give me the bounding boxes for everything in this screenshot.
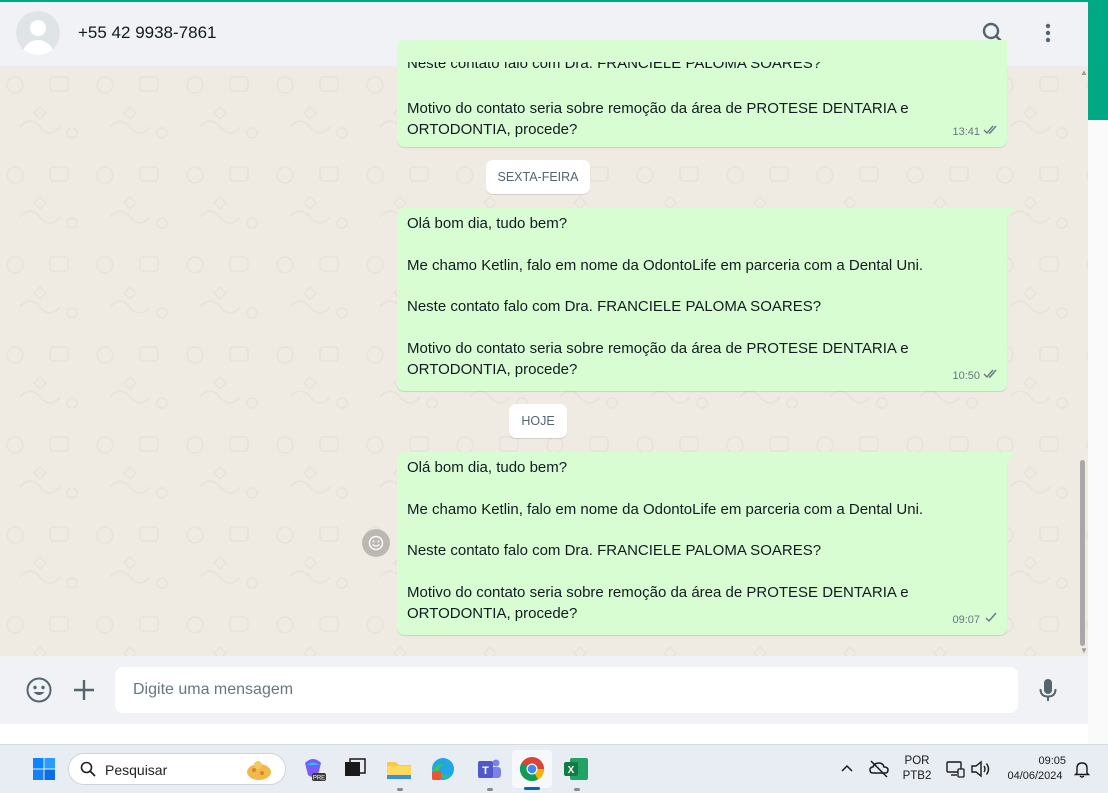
svg-text:PRE: PRE <box>313 776 325 782</box>
message-input[interactable] <box>115 667 1018 713</box>
double-check-icon <box>983 122 999 143</box>
teams-icon[interactable]: T <box>473 753 505 785</box>
microphone-icon[interactable] <box>1033 675 1063 705</box>
message-bubble-outgoing[interactable]: Olá bom dia, tudo bem? Me chamo Ketlin, … <box>397 208 1015 391</box>
clock[interactable]: 09:05 04/06/2024 <box>1000 754 1070 784</box>
whatsapp-window: +55 42 9938-7861 Neste contato falo com … <box>0 0 1088 724</box>
avatar[interactable] <box>16 11 60 55</box>
copilot-icon[interactable]: PRE <box>297 753 329 785</box>
svg-text:X: X <box>568 765 575 776</box>
double-check-icon <box>983 366 999 387</box>
plus-icon[interactable] <box>69 675 99 705</box>
single-check-icon <box>983 610 999 631</box>
date-divider: HOJE <box>509 404 567 438</box>
scroll-down-arrow[interactable]: ▼ <box>1080 647 1088 655</box>
avatar-body <box>22 40 54 55</box>
running-indicator <box>397 788 403 791</box>
composer-bar <box>0 656 1088 724</box>
scroll-up-arrow[interactable]: ▲ <box>1080 69 1088 77</box>
notification-bell-icon[interactable] <box>1072 759 1092 779</box>
windows-taskbar: Pesquisar PRE T X POR PTB2 09:05 04/06/2… <box>0 744 1108 793</box>
date-divider: SEXTA-FEIRA <box>486 160 590 194</box>
avatar-head <box>30 20 46 36</box>
excel-icon[interactable]: X <box>560 753 592 785</box>
reaction-emoji-icon[interactable] <box>362 529 390 557</box>
network-icon[interactable] <box>944 758 966 780</box>
message-time: 10:50 <box>952 370 980 383</box>
window-side-accent <box>1088 0 1108 120</box>
active-app-indicator <box>524 787 540 790</box>
cloud-sync-off-icon[interactable] <box>868 758 890 780</box>
search-icon <box>79 760 97 778</box>
message-line-partial: Neste contato falo com Dra. FRANCIELE PA… <box>407 55 822 72</box>
scrollbar-thumb[interactable] <box>1080 460 1085 646</box>
windows-start-icon[interactable] <box>28 753 60 785</box>
language-code: POR <box>904 755 930 767</box>
chevron-up-icon[interactable] <box>838 760 856 778</box>
kebab-menu-icon[interactable] <box>1034 19 1062 47</box>
running-indicator <box>574 788 580 791</box>
message-meta: 13:41 <box>952 122 999 143</box>
keyboard-layout: PTB2 <box>902 770 932 782</box>
search-label: Pesquisar <box>105 762 168 778</box>
message-text: Motivo do contato seria sobre remoção da… <box>407 100 913 138</box>
running-indicator <box>487 788 493 791</box>
taskbar-search-box[interactable]: Pesquisar <box>68 753 286 785</box>
message-bubble-outgoing[interactable]: Olá bom dia, tudo bem? Me chamo Ketlin, … <box>397 452 1015 635</box>
search-highlight-icon <box>245 758 273 782</box>
message-meta: 10:50 <box>952 366 999 387</box>
volume-icon[interactable] <box>969 758 991 780</box>
message-text: Olá bom dia, tudo bem? Me chamo Ketlin, … <box>407 215 924 378</box>
bubble-tail <box>1007 208 1015 218</box>
contact-name[interactable]: +55 42 9938-7861 <box>78 23 217 43</box>
emoji-icon[interactable] <box>24 675 54 705</box>
chrome-icon[interactable] <box>516 753 548 785</box>
svg-text:T: T <box>482 765 489 777</box>
bubble-tail <box>1007 452 1015 462</box>
microsoft-edge-icon[interactable] <box>427 753 459 785</box>
message-text: Olá bom dia, tudo bem? Me chamo Ketlin, … <box>407 459 924 622</box>
message-meta: 09:07 <box>952 610 999 631</box>
message-bubble-outgoing[interactable]: Neste contato falo com Dra. FRANCIELE PA… <box>397 40 1007 147</box>
message-time: 09:07 <box>952 614 980 627</box>
clock-date: 04/06/2024 <box>1007 770 1063 782</box>
window-bottom-gap <box>0 724 1088 744</box>
window-side-strip <box>1088 0 1108 744</box>
task-view-icon[interactable] <box>339 753 371 785</box>
file-explorer-icon[interactable] <box>383 753 415 785</box>
message-time: 13:41 <box>952 126 980 139</box>
clock-time: 09:05 <box>1038 755 1066 767</box>
input-language[interactable]: POR PTB2 <box>900 754 934 784</box>
